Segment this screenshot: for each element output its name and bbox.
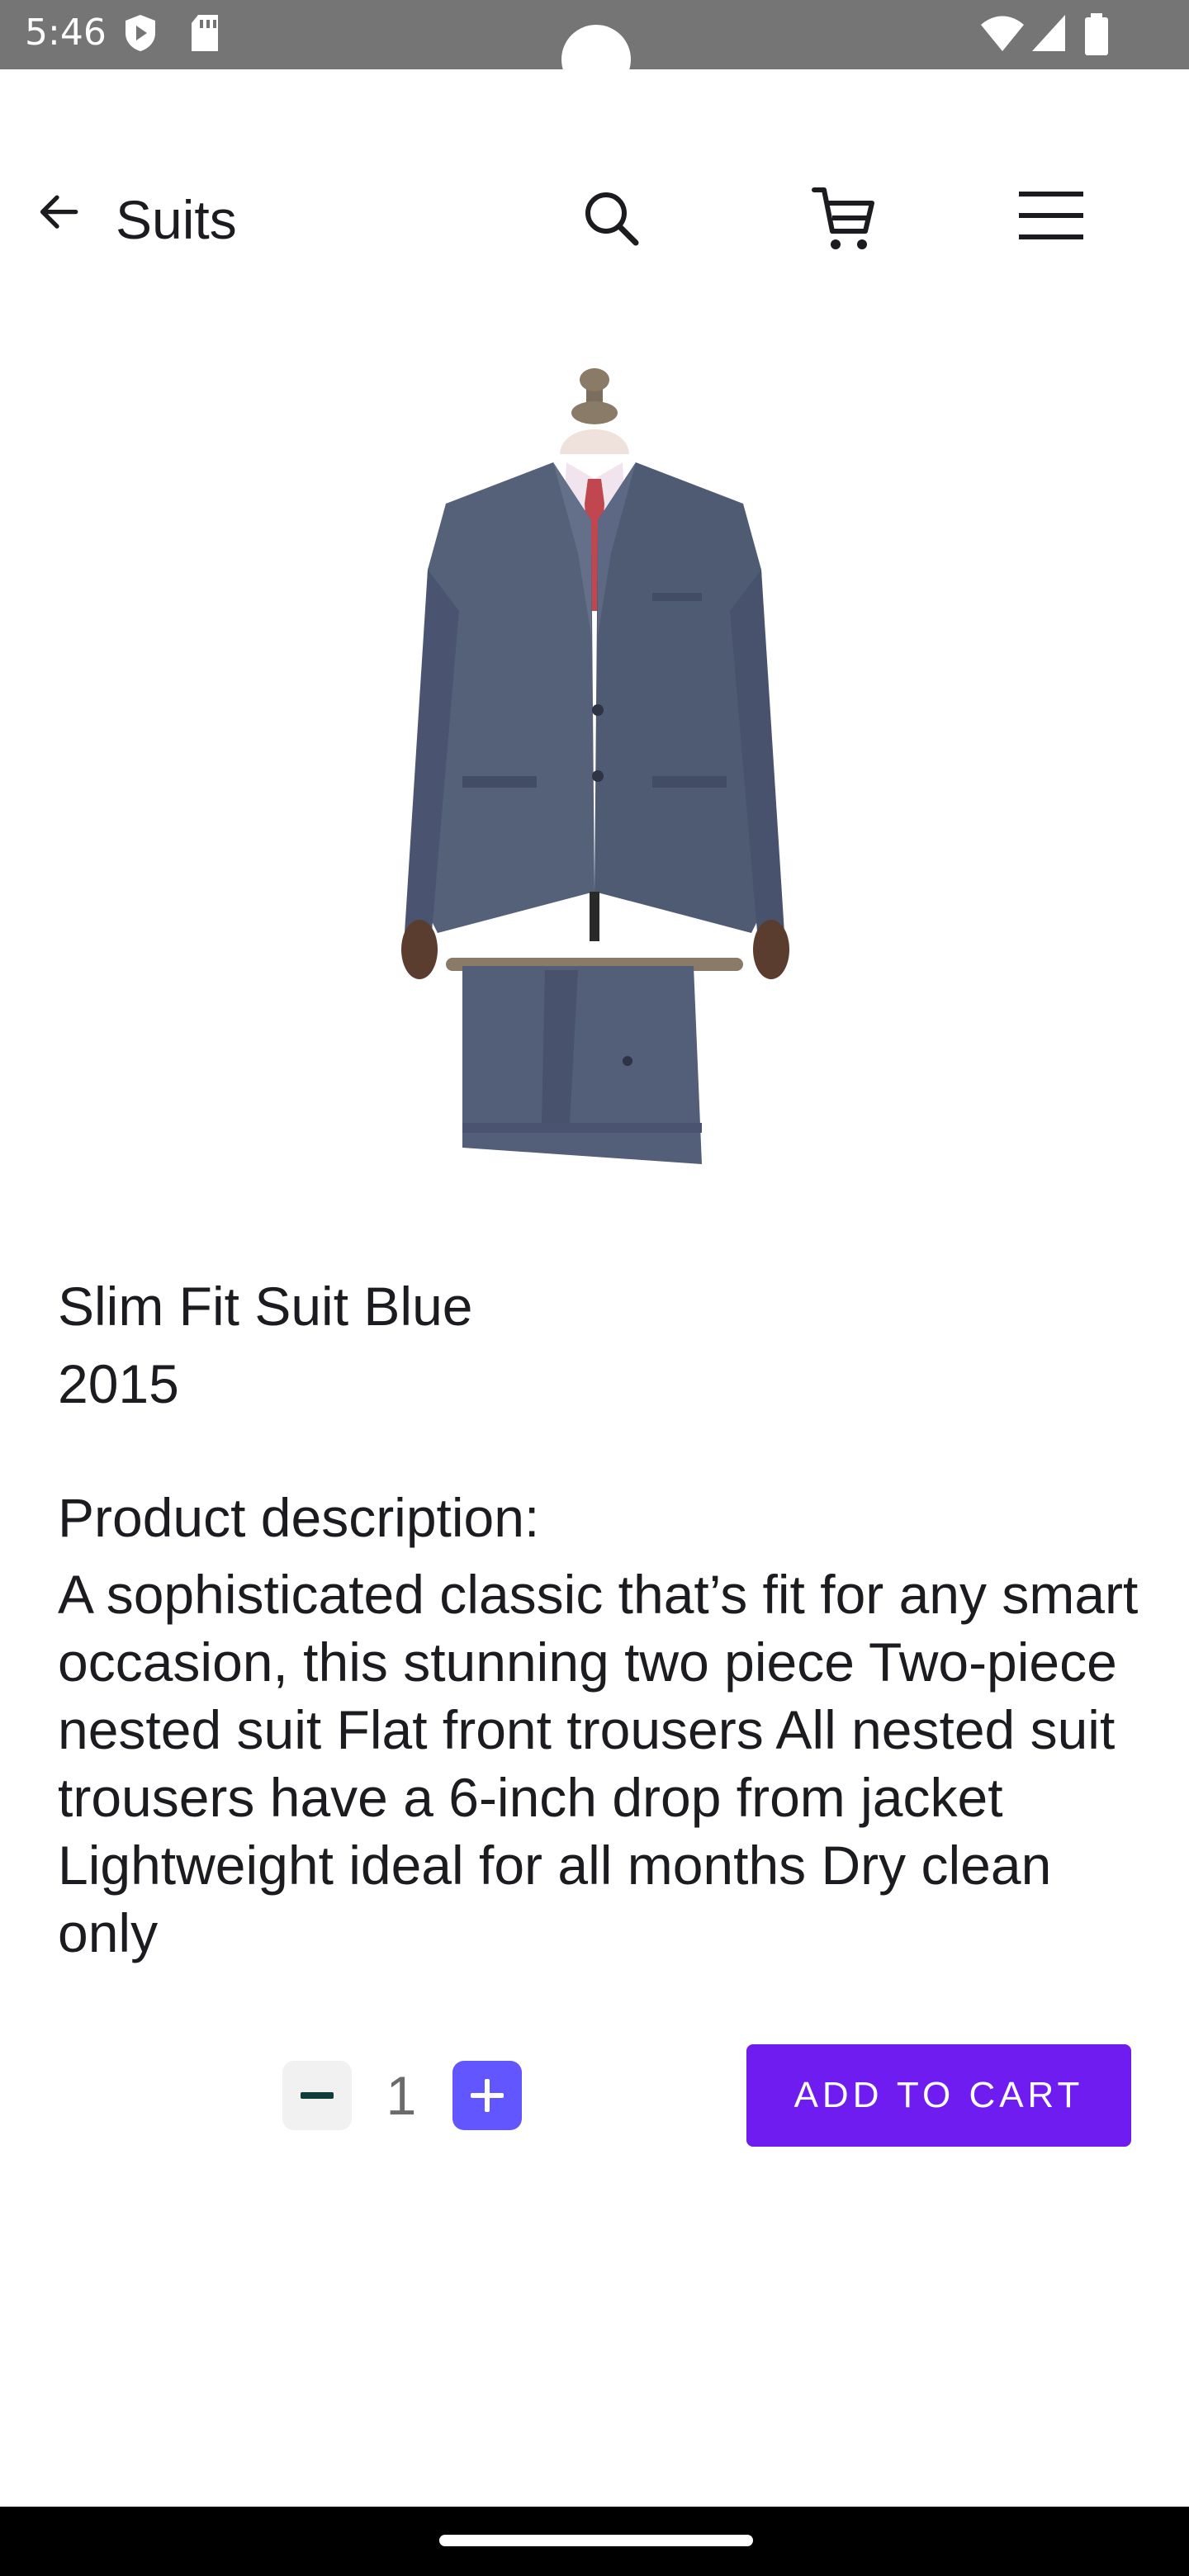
home-indicator[interactable] (439, 2535, 753, 2546)
plus-icon (471, 2079, 504, 2112)
description-heading: Product description: (58, 1487, 540, 1548)
sd-card-icon (192, 15, 218, 51)
screen-title: Suits (116, 189, 237, 250)
add-to-cart-button[interactable]: ADD TO CART (746, 2044, 1131, 2147)
minus-icon (301, 2092, 334, 2099)
menu-icon[interactable] (1014, 180, 1088, 254)
status-bar: 5:46 (0, 0, 1189, 94)
battery-icon (1085, 13, 1108, 55)
product-year: 2015 (58, 1353, 179, 1414)
back-arrow-icon[interactable] (28, 187, 86, 244)
search-icon[interactable] (575, 182, 649, 256)
wifi-icon (981, 16, 1024, 51)
decrease-quantity-button[interactable] (282, 2061, 352, 2130)
shield-play-icon (126, 15, 155, 51)
signal-icon (1032, 15, 1065, 51)
increase-quantity-button[interactable] (452, 2061, 522, 2130)
product-description: A sophisticated classic that’s fit for a… (58, 1564, 1139, 1963)
cart-icon[interactable] (808, 182, 882, 256)
product-image (401, 368, 789, 1164)
quantity-value: 1 (386, 2065, 417, 2126)
status-time: 5:46 (25, 12, 107, 54)
product-name: Slim Fit Suit Blue (58, 1276, 473, 1337)
